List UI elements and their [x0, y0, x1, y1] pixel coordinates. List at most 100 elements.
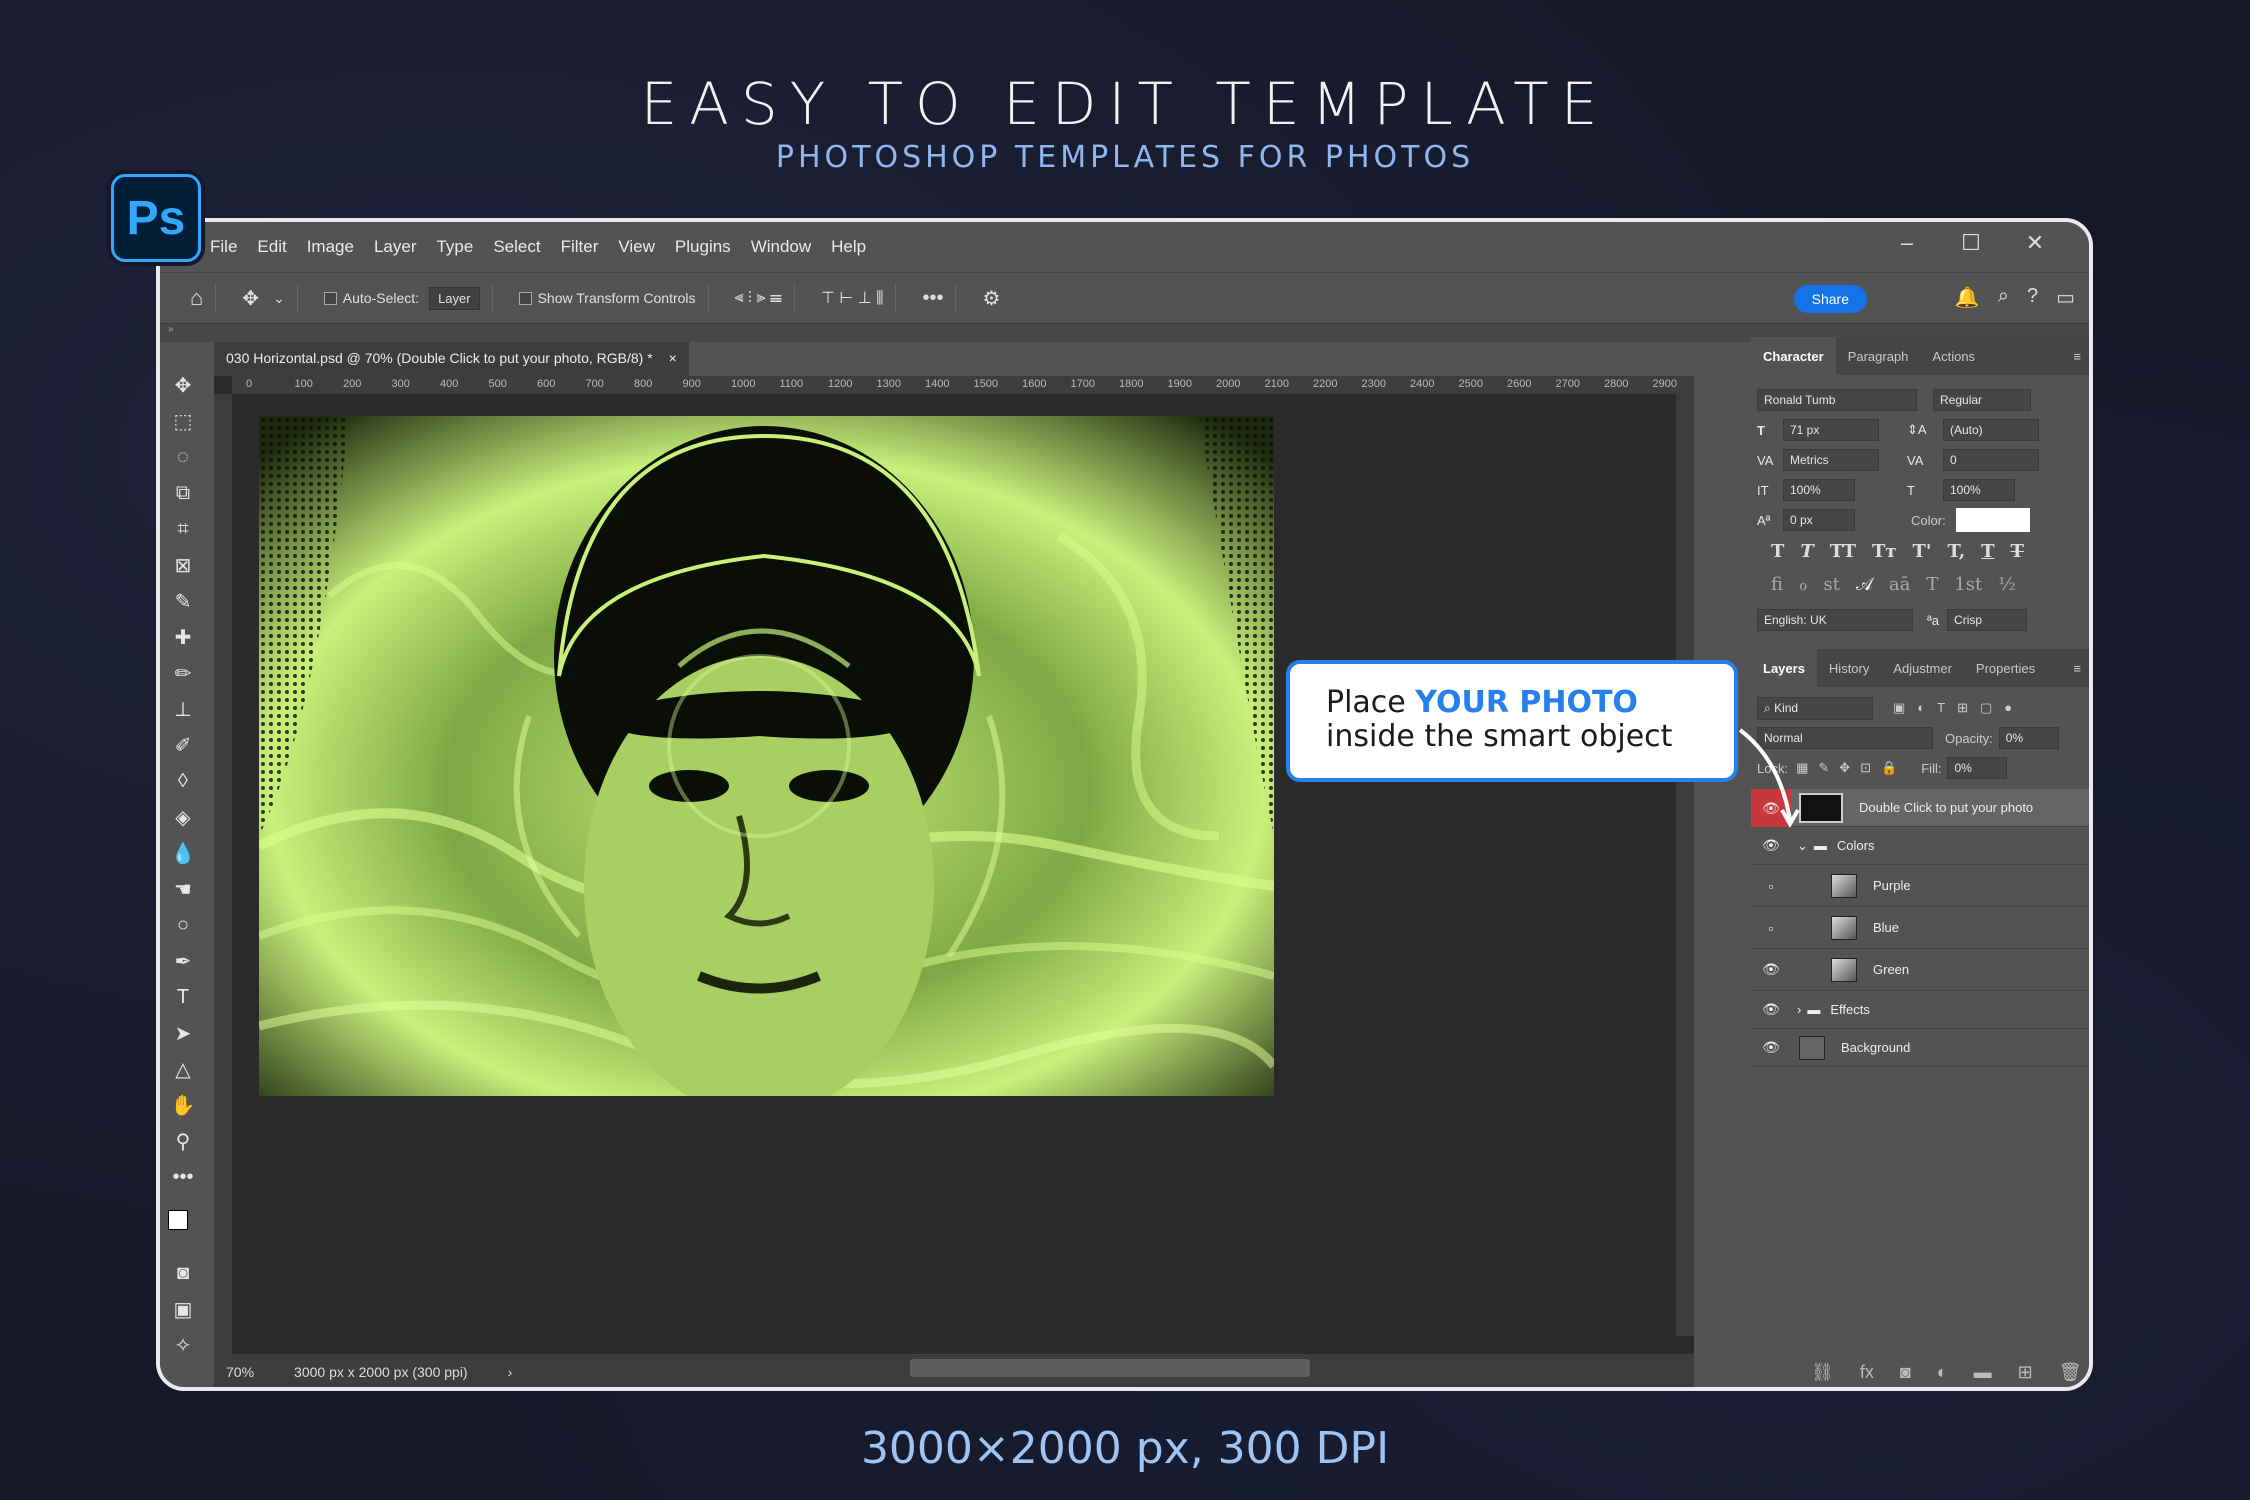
adjustment-icon[interactable]: ◐: [1937, 1362, 1948, 1383]
eye-icon[interactable]: 👁: [1751, 1039, 1791, 1056]
layer-row-green[interactable]: 👁 Green: [1751, 949, 2089, 991]
color-swatch[interactable]: [1955, 508, 2030, 532]
kerning-field[interactable]: Metrics: [1783, 449, 1879, 471]
show-transform-checkbox[interactable]: Show Transform Controls: [518, 290, 696, 306]
gear-icon[interactable]: ⚙: [982, 286, 1000, 311]
filter-icons[interactable]: ▣◐T⊞▢●: [1893, 700, 2024, 716]
font-style-select[interactable]: Regular: [1933, 389, 2031, 411]
menu-window[interactable]: Window: [751, 237, 811, 257]
chevron-right-icon[interactable]: ›: [508, 1364, 513, 1380]
new-layer-icon[interactable]: ⊞: [2018, 1362, 2033, 1383]
pen-tool-icon[interactable]: ✒: [160, 943, 206, 979]
brush-tool-icon[interactable]: ✏: [160, 655, 206, 691]
menu-help[interactable]: Help: [831, 237, 866, 257]
tab-character[interactable]: Character: [1751, 337, 1836, 375]
type-style-buttons[interactable]: T T TT Tт T' T, T T: [1751, 535, 2089, 568]
generative-icon[interactable]: ✧: [160, 1327, 206, 1363]
bell-icon[interactable]: 🔔: [1955, 285, 1980, 310]
dodge-tool-icon[interactable]: ○: [160, 907, 206, 943]
stamp-tool-icon[interactable]: ⊥: [160, 691, 206, 727]
chevron-right-icon[interactable]: ›: [1797, 1002, 1801, 1017]
layer-row-blue[interactable]: ▫ Blue: [1751, 907, 2089, 949]
more-tools-icon[interactable]: •••: [160, 1159, 206, 1195]
menu-edit[interactable]: Edit: [257, 237, 286, 257]
tab-history[interactable]: History: [1817, 649, 1881, 687]
auto-select-checkbox[interactable]: Auto-Select:: [323, 290, 419, 306]
menu-select[interactable]: Select: [493, 237, 540, 257]
canvas-area[interactable]: 0 100 200 300 400 500 600 700 800 900 1000 1100 1200…: [214, 376, 1694, 1354]
tab-paragraph[interactable]: Paragraph: [1836, 337, 1921, 375]
bucket-tool-icon[interactable]: ◈: [160, 799, 206, 835]
more-icon[interactable]: •••: [922, 287, 943, 310]
vertical-scrollbar[interactable]: [1676, 394, 1694, 1336]
shape-tool-icon[interactable]: △: [160, 1051, 206, 1087]
align-icons[interactable]: ⫷ ⫶ ⫸ ☰: [735, 289, 782, 307]
path-select-icon[interactable]: ➤: [160, 1015, 206, 1051]
move-tool-icon[interactable]: ✥: [242, 286, 259, 311]
help-icon[interactable]: ?: [2027, 285, 2038, 310]
mask-icon[interactable]: ◙: [1900, 1362, 1911, 1383]
workspace-icon[interactable]: ▭: [2056, 285, 2075, 310]
lock-icons[interactable]: ▦✎✥⊡🔒: [1796, 760, 1907, 776]
tab-layers[interactable]: Layers: [1751, 649, 1817, 687]
fx-icon[interactable]: fx: [1860, 1362, 1874, 1383]
close-tab-icon[interactable]: ×: [669, 350, 677, 368]
language-select[interactable]: English: UK: [1757, 609, 1913, 631]
tab-actions[interactable]: Actions: [1920, 337, 1987, 375]
menu-file[interactable]: File: [210, 237, 237, 257]
zoom-tool-icon[interactable]: ⚲: [160, 1123, 206, 1159]
layer-row-effects[interactable]: 👁 › ▬ Effects: [1751, 991, 2089, 1029]
menu-layer[interactable]: Layer: [374, 237, 417, 257]
distribute-icons[interactable]: ⊤ ⊢ ⊥ ⫼: [821, 288, 884, 308]
eraser-tool-icon[interactable]: ◊: [160, 763, 206, 799]
move-tool-icon[interactable]: ✥: [160, 367, 206, 403]
vertical-scale-field[interactable]: 100%: [1783, 479, 1855, 501]
fill-field[interactable]: 0%: [1947, 757, 2008, 779]
menu-view[interactable]: View: [618, 237, 655, 257]
panel-menu-icon[interactable]: ≡: [2061, 649, 2089, 687]
antialias-select[interactable]: Crisp: [1947, 609, 2028, 631]
baseline-field[interactable]: 0 px: [1783, 509, 1855, 531]
panel-menu-icon[interactable]: ≡: [2061, 337, 2089, 375]
horizontal-scrollbar[interactable]: [910, 1359, 1310, 1377]
history-brush-icon[interactable]: ✐: [160, 727, 206, 763]
maximize-icon[interactable]: ☐: [1939, 230, 2003, 256]
layer-row-purple[interactable]: ▫ Purple: [1751, 865, 2089, 907]
eye-icon[interactable]: 👁: [1751, 1001, 1791, 1018]
leading-field[interactable]: (Auto): [1943, 419, 2039, 441]
layer-row-background[interactable]: 👁 Background: [1751, 1029, 2089, 1067]
smudge-tool-icon[interactable]: ☚: [160, 871, 206, 907]
document-tab[interactable]: 030 Horizontal.psd @ 70% (Double Click t…: [214, 342, 689, 376]
document-image[interactable]: [259, 416, 1274, 1096]
chevron-down-icon[interactable]: ⌄: [273, 290, 285, 307]
menu-type[interactable]: Type: [436, 237, 473, 257]
blur-tool-icon[interactable]: 💧: [160, 835, 206, 871]
menu-image[interactable]: Image: [307, 237, 354, 257]
share-button[interactable]: Share: [1793, 285, 1867, 313]
tracking-field[interactable]: 0: [1943, 449, 2039, 471]
opacity-field[interactable]: 0%: [1998, 727, 2059, 749]
eye-hidden-icon[interactable]: ▫: [1751, 878, 1791, 894]
zoom-level[interactable]: 70%: [226, 1364, 254, 1380]
eye-icon[interactable]: 👁: [1751, 961, 1791, 978]
eyedropper-icon[interactable]: ✎: [160, 583, 206, 619]
frame-tool-icon[interactable]: ⊠: [160, 547, 206, 583]
lasso-tool-icon[interactable]: ◌: [160, 439, 206, 475]
close-icon[interactable]: ✕: [2003, 230, 2067, 256]
color-swatches-icon[interactable]: [160, 1195, 206, 1255]
hand-tool-icon[interactable]: ✋: [160, 1087, 206, 1123]
layer-select-dropdown[interactable]: Layer: [429, 286, 480, 310]
minimize-icon[interactable]: –: [1875, 230, 1939, 256]
object-select-icon[interactable]: ⧉: [160, 475, 206, 511]
tab-adjustments[interactable]: Adjustmer: [1881, 649, 1964, 687]
type-tool-icon[interactable]: T: [160, 979, 206, 1015]
trash-icon[interactable]: 🗑: [2059, 1362, 2082, 1383]
menu-filter[interactable]: Filter: [561, 237, 599, 257]
horizontal-scale-field[interactable]: 100%: [1943, 479, 2015, 501]
screen-mode-icon[interactable]: ▣: [160, 1291, 206, 1327]
eye-hidden-icon[interactable]: ▫: [1751, 920, 1791, 936]
opentype-buttons[interactable]: ﬁ ℴ st 𝒜aā T 1st ½: [1751, 568, 2089, 601]
tab-properties[interactable]: Properties: [1964, 649, 2047, 687]
folder-icon[interactable]: ▬: [1974, 1362, 1992, 1383]
search-icon[interactable]: ⌕: [1998, 285, 2009, 310]
